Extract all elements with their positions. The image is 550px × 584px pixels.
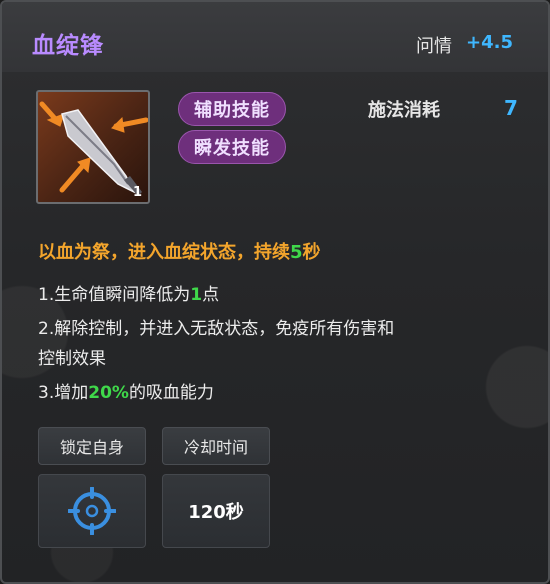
duration-unit: 秒 (302, 242, 321, 263)
cooldown-label: 冷却时间 (162, 427, 270, 465)
lock-self-button[interactable]: 锁定自身 (38, 427, 146, 465)
effect-line-3: 3.增加20%的吸血能力 (38, 378, 214, 403)
effect-line-2: 2.解除控制，并进入无敌状态，免疫所有伤害和 (38, 319, 395, 339)
stat-value: +4.5 (466, 32, 513, 53)
cost-value: 7 (504, 96, 518, 120)
skill-icon-frame[interactable]: 1 (36, 90, 150, 204)
skill-level-badge: 1 (132, 185, 142, 200)
main-description-text: 以血为祭，进入血绽状态，持续 (38, 242, 290, 263)
effect-line-2-cont: 控制效果 (38, 349, 106, 369)
hp-value: 1 (190, 285, 203, 305)
lifesteal-value: 20% (88, 383, 129, 403)
effect-line-1-text: 1.生命值瞬间降低为 (38, 285, 191, 305)
effect-line-1: 1.生命值瞬间降低为1点 (38, 280, 219, 305)
cost-label: 施法消耗 (368, 100, 440, 121)
blood-dagger-icon (39, 101, 148, 196)
duration-value: 5 (290, 242, 303, 263)
crosshair-icon (68, 487, 116, 535)
tag-support-skill: 辅助技能 (178, 92, 286, 126)
skill-name: 血绽锋 (32, 33, 104, 59)
effect-line-3-text: 3.增加 (38, 383, 89, 403)
target-self-box[interactable] (38, 474, 146, 548)
effect-line-1-suffix: 点 (202, 285, 220, 305)
effect-line-3-suffix: 的吸血能力 (128, 383, 214, 403)
stat-label: 问情 (416, 36, 452, 57)
tag-instant-skill: 瞬发技能 (178, 130, 286, 164)
skill-tooltip-panel: 血绽锋 问情 +4.5 1 辅助技能 瞬发技能 施法消耗 7 以血为祭，进入血绽… (0, 0, 550, 584)
main-description: 以血为祭，进入血绽状态，持续5秒 (38, 238, 321, 264)
cooldown-value: 120秒 (162, 474, 270, 548)
